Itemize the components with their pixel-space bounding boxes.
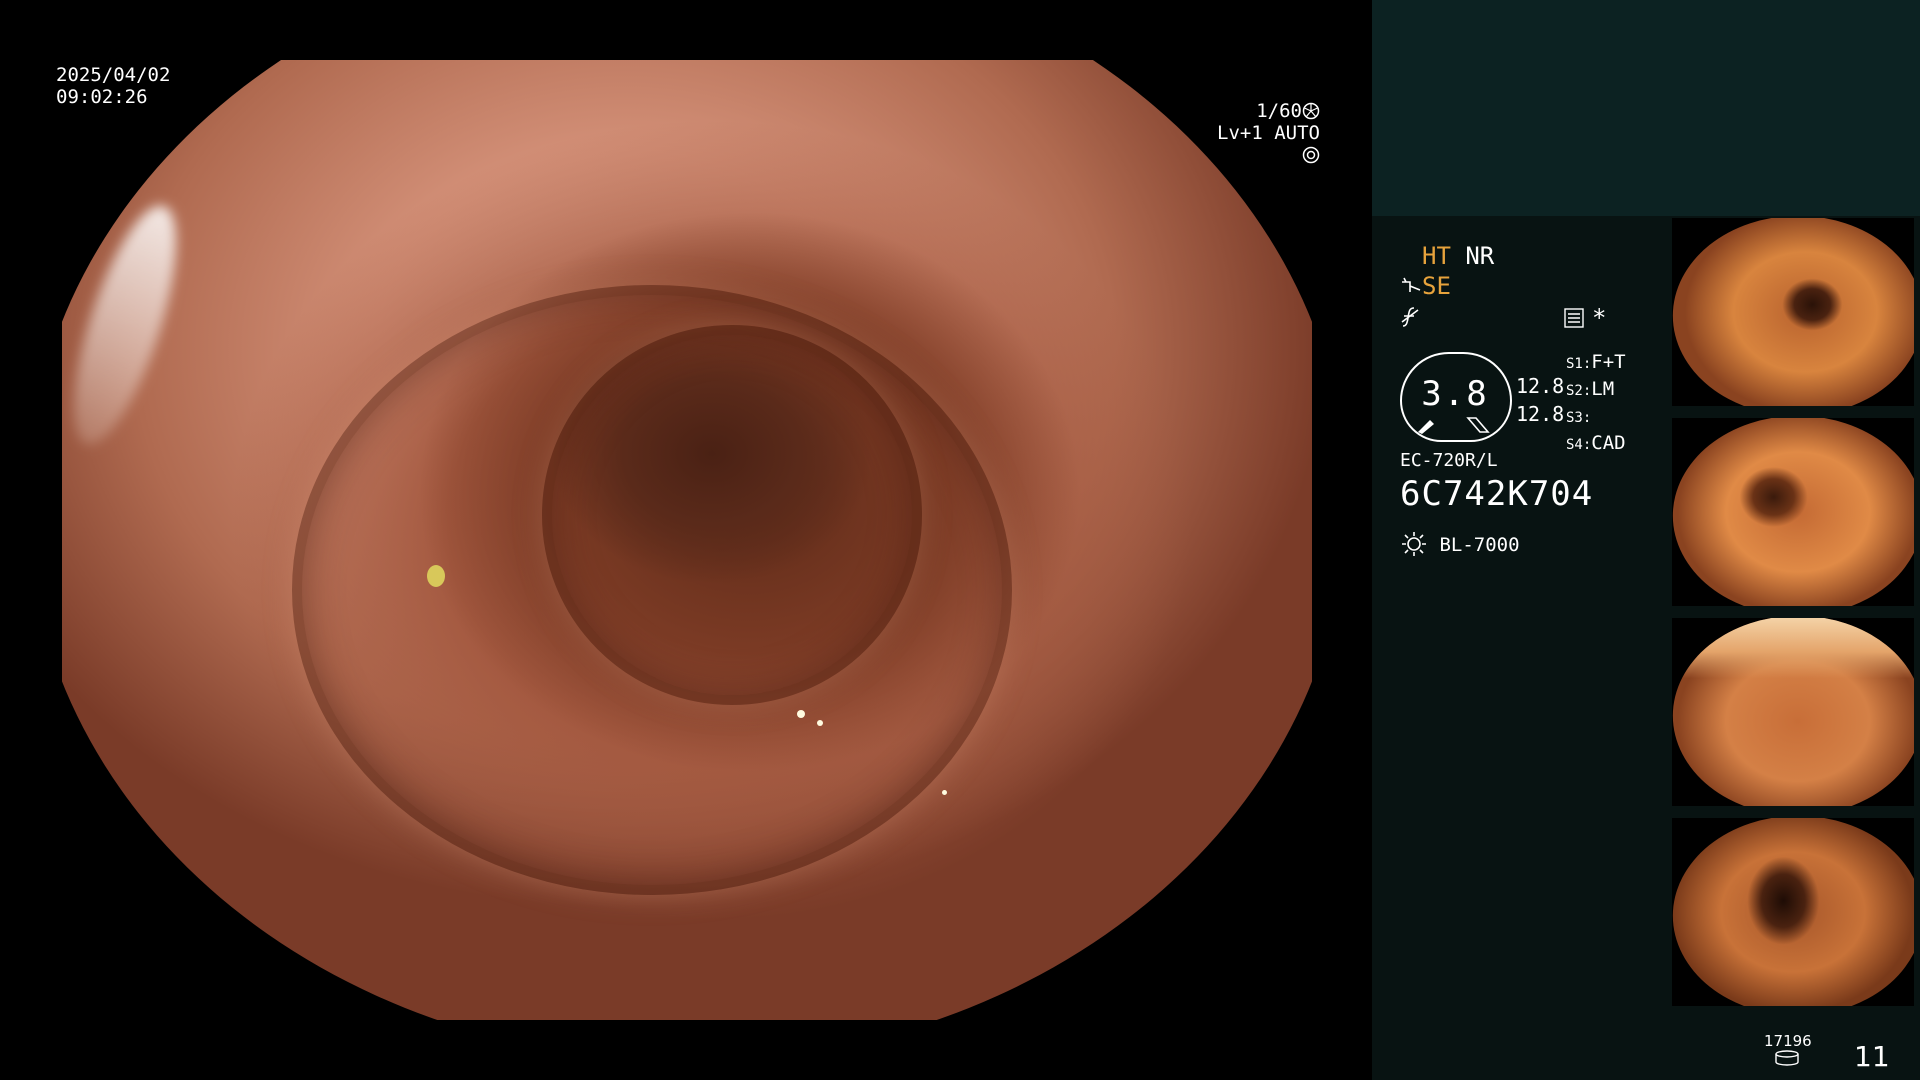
storage-disk-icon	[1774, 1050, 1800, 1070]
thumbnail-image	[1672, 218, 1914, 406]
exposure-level-text: Lv+1	[1217, 122, 1263, 144]
ht-label: HT	[1422, 242, 1451, 270]
thumbnail-image	[1672, 618, 1914, 806]
exposure-mode-text: AUTO	[1274, 122, 1320, 144]
image-count: 11	[1854, 1040, 1890, 1073]
light-source-text: BL-7000	[1439, 534, 1520, 556]
endoscopic-image	[62, 60, 1312, 1020]
switch-row: S1:F+T	[1566, 351, 1626, 373]
thumbnail-3[interactable]	[1672, 618, 1914, 806]
capture-remaining: 17196	[1764, 1032, 1812, 1050]
magnification-value: 3.8	[1421, 374, 1489, 414]
shutter-text: 1/60	[1256, 100, 1302, 122]
slash-f-icon	[1400, 306, 1422, 332]
date-time-block: 2025/04/02 09:02:26	[56, 64, 170, 108]
thumbnail-image	[1672, 418, 1914, 606]
exposure-row: Lv+1 AUTO	[1200, 122, 1320, 166]
scope-serial: 6C742K704	[1400, 474, 1594, 514]
exposure-block: 1/60 Lv+1 AUTO	[1200, 100, 1320, 166]
switch-assignments: S1:F+T S2:LM S3: S4:CAD	[1566, 350, 1626, 458]
measurement-lower: 12.8	[1516, 402, 1565, 426]
date-text: 2025/04/02	[56, 64, 171, 86]
endoscope-main-view	[0, 0, 1372, 1080]
shutter-row: 1/60	[1200, 100, 1320, 122]
light-reflection	[797, 710, 805, 718]
switch-row: S2:LM	[1566, 378, 1615, 400]
thumbnail-1[interactable]	[1672, 218, 1914, 406]
aperture-icon	[1302, 102, 1320, 120]
thumbnail-2[interactable]	[1672, 418, 1914, 606]
gauge-marker-left	[1418, 420, 1434, 434]
light-bulb-icon	[1402, 532, 1426, 556]
se-label: SE	[1422, 272, 1451, 300]
iris-icon	[1302, 146, 1320, 164]
scope-model: EC-720R/L	[1400, 450, 1498, 471]
side-panel-header	[1372, 0, 1920, 216]
mucosal-fold-inner	[542, 325, 922, 705]
scope-tip-icon	[1402, 277, 1421, 292]
thumbnail-image	[1672, 818, 1914, 1006]
gauge-marker-right	[1466, 417, 1490, 433]
nr-label: NR	[1465, 242, 1495, 270]
light-source-row: BL-7000	[1400, 530, 1520, 558]
asterisk-icon: *	[1592, 304, 1607, 332]
switch-row: S4:CAD	[1566, 432, 1626, 454]
thumbnail-4[interactable]	[1672, 818, 1914, 1006]
measurement-upper: 12.8	[1516, 374, 1565, 398]
switch-row: S3:	[1566, 410, 1592, 426]
settings-list-icon	[1564, 308, 1584, 332]
time-text: 09:02:26	[56, 86, 148, 108]
light-reflection	[817, 720, 823, 726]
se-row: SE	[1400, 272, 1451, 300]
measurement-block: 12.8 12.8	[1516, 372, 1564, 428]
light-reflection	[942, 790, 947, 795]
processing-mode-row: HT NR	[1422, 242, 1494, 270]
debris-spot	[427, 565, 445, 587]
